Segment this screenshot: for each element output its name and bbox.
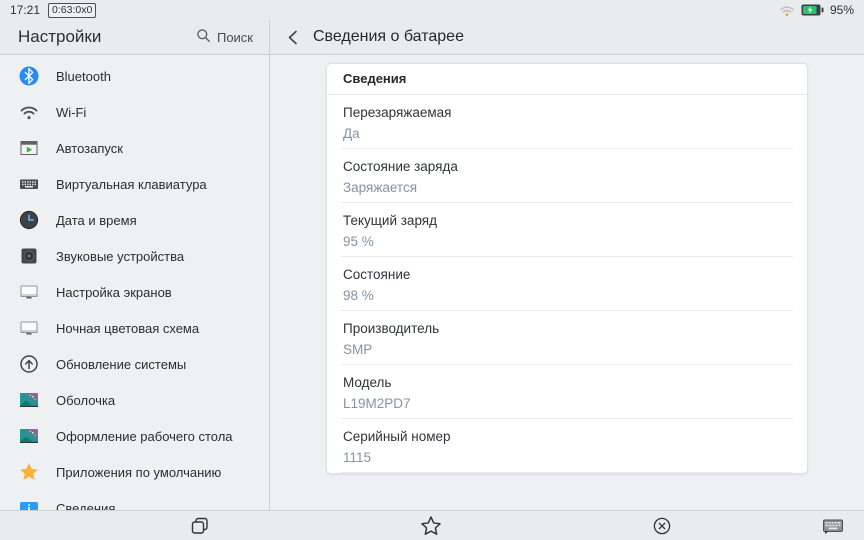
window-switcher-icon[interactable] — [191, 517, 210, 536]
sidebar-item[interactable]: Дата и время — [0, 202, 269, 238]
info-row-value: Заряжается — [343, 180, 791, 195]
info-row-value: L19M2PD7 — [343, 396, 791, 411]
battery-charging-icon[interactable] — [801, 4, 824, 16]
keyboard-toggle-icon[interactable] — [823, 518, 844, 535]
favorites-star-icon[interactable] — [421, 516, 442, 536]
battery-percent: 95% — [830, 3, 854, 17]
system-update-icon — [19, 354, 39, 374]
info-row-label: Модель — [343, 375, 791, 390]
back-button[interactable] — [286, 29, 300, 46]
session-badge: 0:63:0x0 — [48, 3, 96, 18]
sidebar-item-label: Звуковые устройства — [56, 249, 184, 264]
desktop-appearance-icon — [19, 426, 39, 446]
settings-window: 17:21 0:63:0x0 95% — [0, 0, 864, 540]
top-status-bar: 17:21 0:63:0x0 95% — [0, 0, 864, 20]
sidebar-item[interactable]: Bluetooth — [0, 58, 269, 94]
card-rows: Перезаряжаемая Да Состояние заряда Заряж… — [327, 95, 807, 473]
info-row[interactable]: Производитель SMP — [327, 311, 807, 365]
sidebar-item-label: Обновление системы — [56, 357, 186, 372]
info-row-label: Серийный номер — [343, 429, 791, 444]
night-color-icon — [19, 318, 39, 338]
sidebar-item[interactable]: Настройка экранов — [0, 274, 269, 310]
bluetooth-icon — [19, 66, 39, 86]
info-row-label: Текущий заряд — [343, 213, 791, 228]
info-row-value: 95 % — [343, 234, 791, 249]
default-apps-icon — [19, 462, 39, 482]
sidebar-item-label: Виртуальная клавиатура — [56, 177, 207, 192]
info-row-label: Перезаряжаемая — [343, 105, 791, 120]
info-row[interactable]: Перезаряжаемая Да — [327, 95, 807, 149]
search-label: Поиск — [217, 30, 253, 45]
clock-time: 17:21 — [10, 3, 40, 17]
info-row-value: SMP — [343, 342, 791, 357]
sidebar-item-label: Сведения — [56, 501, 115, 511]
info-row-value: 98 % — [343, 288, 791, 303]
sidebar-item-label: Автозапуск — [56, 141, 123, 156]
sidebar-item[interactable]: Приложения по умолчанию — [0, 454, 269, 490]
sidebar-item[interactable]: Виртуальная клавиатура — [0, 166, 269, 202]
info-row[interactable]: Состояние заряда Заряжается — [327, 149, 807, 203]
sidebar-item[interactable]: Ночная цветовая схема — [0, 310, 269, 346]
search-icon — [196, 28, 211, 46]
info-row-value: Да — [343, 126, 791, 141]
wifi-icon — [19, 102, 39, 122]
sidebar-item-label: Оформление рабочего стола — [56, 429, 233, 444]
info-row-value: 1115 — [343, 450, 791, 465]
battery-info-panel: Сведения Перезаряжаемая Да Состояние зар… — [271, 55, 864, 510]
sidebar-item-label: Bluetooth — [56, 69, 111, 84]
close-session-icon[interactable] — [653, 517, 671, 535]
sidebar-header: Настройки Поиск — [0, 20, 270, 54]
sidebar-item-label: Настройка экранов — [56, 285, 172, 300]
wifi-icon[interactable] — [779, 3, 795, 17]
page-header: Сведения о батарее — [270, 20, 864, 54]
about-icon — [19, 498, 39, 510]
sidebar-item[interactable]: Звуковые устройства — [0, 238, 269, 274]
clock-icon — [19, 210, 39, 230]
sidebar-item-label: Ночная цветовая схема — [56, 321, 199, 336]
info-row[interactable]: Состояние 98 % — [327, 257, 807, 311]
header-row: Настройки Поиск Сведения о батарее — [0, 20, 864, 55]
app-title: Настройки — [18, 27, 101, 47]
audio-icon — [19, 246, 39, 266]
sidebar-item[interactable]: Автозапуск — [0, 130, 269, 166]
info-card: Сведения Перезаряжаемая Да Состояние зар… — [326, 63, 808, 474]
info-row-label: Состояние заряда — [343, 159, 791, 174]
sidebar-nav: Bluetooth Wi-Fi Автозапуск Виртуальная к… — [0, 55, 270, 510]
displays-icon — [19, 282, 39, 302]
shell-icon — [19, 390, 39, 410]
info-row[interactable]: Текущий заряд 95 % — [327, 203, 807, 257]
virtual-keyboard-icon — [19, 174, 39, 194]
sidebar-item-label: Wi-Fi — [56, 105, 86, 120]
sidebar-item[interactable]: Wi-Fi — [0, 94, 269, 130]
sidebar-item[interactable]: Сведения — [0, 490, 269, 510]
bottom-taskbar — [0, 510, 864, 540]
autostart-icon — [19, 138, 39, 158]
sidebar-item-label: Дата и время — [56, 213, 137, 228]
sidebar-item[interactable]: Обновление системы — [0, 346, 269, 382]
info-row-label: Производитель — [343, 321, 791, 336]
search-button[interactable]: Поиск — [192, 26, 257, 48]
sidebar-item-label: Приложения по умолчанию — [56, 465, 221, 480]
info-row[interactable]: Серийный номер 1115 — [327, 419, 807, 473]
sidebar-item-label: Оболочка — [56, 393, 115, 408]
sidebar-item[interactable]: Оформление рабочего стола — [0, 418, 269, 454]
info-row-label: Состояние — [343, 267, 791, 282]
page-title: Сведения о батарее — [313, 28, 464, 46]
card-header: Сведения — [327, 64, 807, 95]
info-row[interactable]: Модель L19M2PD7 — [327, 365, 807, 419]
sidebar-item[interactable]: Оболочка — [0, 382, 269, 418]
